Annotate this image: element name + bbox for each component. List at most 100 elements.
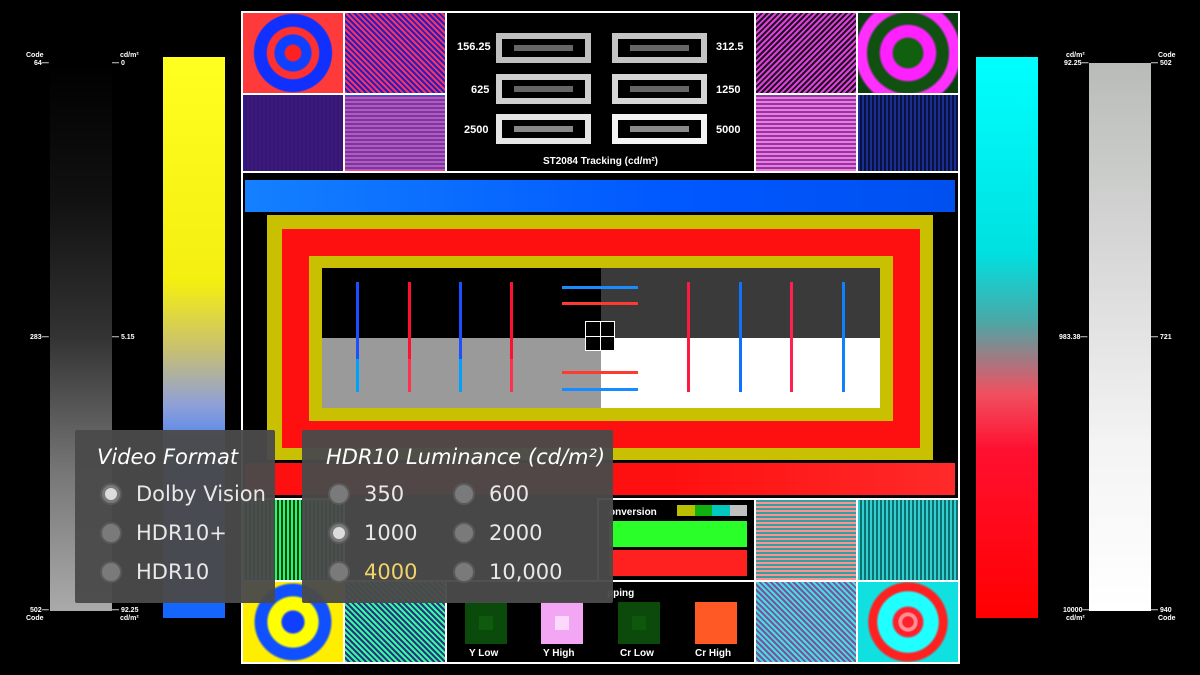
diagonal-pattern-4 [754,580,858,664]
h-line-blue-bottom [562,388,638,391]
zone-plate-cyan-red [856,580,960,664]
diagonal-pattern-1 [343,11,447,95]
hdr10-luminance-panel: HDR10 Luminance (cd/m²) 350 600 1000 200… [302,430,613,603]
radio-selected-icon[interactable] [328,522,350,544]
radio-icon[interactable] [453,483,475,505]
center-crosshair [585,321,615,351]
right-mid-value: 983.38— [1059,334,1088,341]
vertical-pattern-1 [241,93,345,173]
left-mid-value: — 5.15 [112,334,135,341]
tracking-label-625: 625 [471,84,490,96]
option-label: HDR10 [136,560,210,584]
blue-gradient-bar [245,180,955,212]
horizontal-pattern-1 [343,93,447,173]
tracking-box-5000 [612,114,707,144]
left-unit-header: cd/m² [120,52,139,59]
option-4000[interactable]: 4000 [328,560,417,584]
radio-icon[interactable] [328,483,350,505]
conversion-green-bar [609,521,747,547]
right-gray-ramp [1089,63,1151,611]
left-bottom-code-label: Code [26,615,44,622]
right-top-value: 92.25— [1064,60,1089,67]
option-label: 4000 [364,560,418,584]
left-bottom-value: — 92.25 [112,607,139,614]
zone-plate-magenta-green [856,11,960,95]
video-format-title: Video Format [97,445,239,469]
option-hdr10[interactable]: HDR10 [100,560,209,584]
clip-box-y-high [541,602,583,644]
radio-selected-icon[interactable] [100,483,122,505]
chroma-line-7 [790,282,793,392]
clip-box-cr-high [695,602,737,644]
option-2000[interactable]: 2000 [453,521,542,545]
clip-box-y-low [465,602,507,644]
left-top-code: 64— [34,60,49,67]
zone-plate-blue-red [241,11,345,95]
tracking-label-5000: 5000 [716,124,741,136]
left-bottom-unit-label: cd/m² [120,615,139,622]
conversion-swatches [677,505,747,516]
horizontal-pattern-3 [754,498,858,582]
left-top-value: — 0 [112,60,125,67]
option-label: 2000 [489,521,543,545]
radio-icon[interactable] [100,561,122,583]
tracking-box-625 [496,74,591,104]
h-line-red-bottom [562,371,638,374]
st2084-tracking-panel: 156.25 625 2500 312.5 1250 5000 ST2084 T… [445,11,756,173]
vertical-pattern-3 [856,498,960,582]
tracking-label-2500: 2500 [464,124,489,136]
right-bottom-unit-label: cd/m² [1066,615,1085,622]
clip-label-cr-high: Cr High [695,648,732,659]
right-bottom-value: 10000— [1063,607,1090,614]
option-label: 600 [489,482,530,506]
option-1000[interactable]: 1000 [328,521,417,545]
h-line-red-top [562,302,638,305]
video-format-panel: Video Format Dolby Vision HDR10+ HDR10 [75,430,275,603]
clip-label-y-low: Y Low [469,648,499,659]
vertical-pattern-2 [856,93,960,173]
conversion-label: onversion [609,507,657,518]
right-bottom-code: — 940 [1151,607,1172,614]
option-hdr10-plus[interactable]: HDR10+ [100,521,227,545]
clip-label-cr-low: Cr Low [620,648,654,659]
tracking-box-1250 [612,74,707,104]
option-label: HDR10+ [136,521,227,545]
right-code-header: Code [1158,52,1176,59]
chroma-line-5 [687,282,690,392]
chroma-line-3 [459,282,462,392]
tracking-box-2500 [496,114,591,144]
right-color-bar [976,57,1038,618]
tracking-label-312: 312.5 [716,41,744,53]
radio-icon[interactable] [328,561,350,583]
chroma-line-8 [842,282,845,392]
option-label: 10,000 [489,560,563,584]
diagonal-pattern-2 [754,11,858,95]
conversion-panel: onversion [597,498,756,582]
tracking-label-1250: 1250 [716,84,741,96]
option-label: 350 [364,482,405,506]
conversion-red-bar [609,550,747,576]
option-10000[interactable]: 10,000 [453,560,562,584]
left-code-header: Code [26,52,44,59]
option-600[interactable]: 600 [453,482,529,506]
right-mid-code: — 721 [1151,334,1172,341]
left-bottom-code: 502— [30,607,49,614]
option-label: 1000 [364,521,418,545]
right-top-code: — 502 [1151,60,1172,67]
tracking-title: ST2084 Tracking (cd/m²) [542,156,659,167]
radio-icon[interactable] [100,522,122,544]
radio-icon[interactable] [453,561,475,583]
option-label: Dolby Vision [136,482,266,506]
option-350[interactable]: 350 [328,482,404,506]
tracking-box-156 [496,33,591,63]
clip-box-cr-low [618,602,660,644]
tracking-box-312 [612,33,707,63]
option-dolby-vision[interactable]: Dolby Vision [100,482,266,506]
horizontal-pattern-2 [754,93,858,173]
chroma-line-1 [356,282,359,392]
right-unit-header: cd/m² [1066,52,1085,59]
right-bottom-code-label: Code [1158,615,1176,622]
left-mid-code: 283— [30,334,49,341]
h-line-blue-top [562,286,638,289]
radio-icon[interactable] [453,522,475,544]
